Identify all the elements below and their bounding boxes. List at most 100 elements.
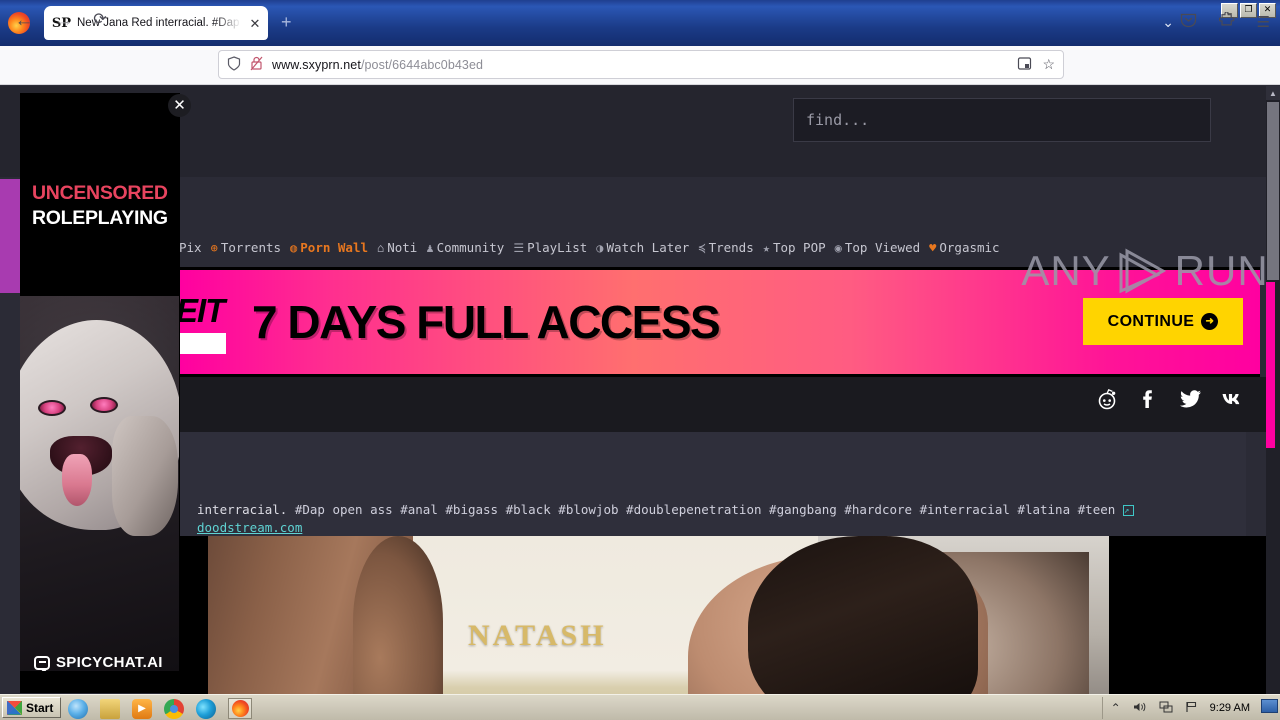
pocket-icon[interactable] bbox=[1180, 12, 1197, 32]
network-icon[interactable] bbox=[1159, 701, 1173, 715]
nav-label: Community bbox=[436, 240, 505, 255]
nav-item-orgasmic[interactable]: ♥ Orgasmic bbox=[929, 240, 999, 255]
browser-tab[interactable]: SP New Jana Red interracial. #Dap op ✕ bbox=[44, 6, 268, 40]
internet-explorer-icon[interactable] bbox=[68, 698, 88, 719]
promo-continue-button[interactable]: CONTINUE ➜ bbox=[1083, 298, 1243, 345]
scrollbar-thumb[interactable] bbox=[1267, 102, 1279, 280]
nav-label: Watch Later bbox=[606, 240, 690, 255]
promo-brand-bar bbox=[180, 333, 226, 354]
nav-label: Pix bbox=[179, 240, 202, 255]
tag-item[interactable]: #black bbox=[506, 502, 551, 517]
app-menu-icon[interactable]: ☰ bbox=[1257, 13, 1270, 31]
tag-item[interactable]: #anal bbox=[400, 502, 438, 517]
ad-overlay[interactable]: UNCENSORED ROLEPLAYING SPICYCHAT.AI bbox=[20, 93, 180, 693]
nav-item-porn-wall[interactable]: ◍ Porn Wall bbox=[290, 240, 368, 255]
promo-headline: 7 DAYS FULL ACCESS bbox=[252, 296, 721, 348]
tag-item[interactable]: #Dap open ass bbox=[295, 502, 393, 517]
ad-brand-logo: SPICYCHAT.AI bbox=[34, 654, 163, 673]
flag-icon[interactable] bbox=[1185, 701, 1198, 715]
watermark-left: ANY bbox=[1021, 247, 1111, 294]
reddit-icon[interactable] bbox=[1094, 386, 1120, 412]
tag-item[interactable]: #latina bbox=[1017, 502, 1070, 517]
search-input[interactable] bbox=[794, 99, 1210, 141]
ad-character-eye-right bbox=[90, 397, 118, 413]
shield-icon[interactable] bbox=[227, 56, 243, 73]
tag-item[interactable]: #interracial bbox=[920, 502, 1010, 517]
show-desktop-icon[interactable] bbox=[1261, 699, 1278, 713]
show-hidden-icons-icon[interactable]: ⌃ bbox=[1111, 702, 1121, 714]
ad-artwork bbox=[20, 296, 179, 671]
windows-flag-icon bbox=[7, 700, 22, 715]
url-domain: www.sxyprn.net bbox=[272, 57, 361, 72]
ad-bottom-bar bbox=[20, 671, 180, 693]
ad-close-icon[interactable]: ✕ bbox=[168, 94, 191, 117]
nav-item-playlist[interactable]: ☰ PlayList bbox=[513, 240, 587, 255]
twitter-icon[interactable] bbox=[1178, 386, 1204, 412]
chrome-icon[interactable] bbox=[164, 698, 184, 719]
facebook-icon[interactable] bbox=[1136, 386, 1162, 412]
new-tab-button[interactable]: + bbox=[281, 13, 292, 31]
firefox-taskbar-button[interactable] bbox=[228, 698, 252, 719]
tag-item[interactable]: #bigass bbox=[445, 502, 498, 517]
ad-headline-line2: ROLEPLAYING bbox=[32, 207, 168, 229]
nav-item-trends[interactable]: ≼ Trends bbox=[698, 240, 753, 255]
extensions-puzzle-icon[interactable] bbox=[1218, 11, 1235, 32]
nav-item-community[interactable]: ♟ Community bbox=[426, 240, 504, 255]
bookmark-star-icon[interactable]: ☆ bbox=[1042, 56, 1055, 74]
tab-list-chevron-icon[interactable]: ⌄ bbox=[1162, 14, 1174, 31]
video-name-sign: NATASH bbox=[468, 619, 607, 652]
toolbar-right-actions: ☰ bbox=[1180, 11, 1270, 32]
vk-icon[interactable] bbox=[1220, 386, 1246, 412]
clock[interactable]: 9:29 AM bbox=[1210, 702, 1250, 714]
host-link-doodstream[interactable]: doodstream.com bbox=[197, 520, 302, 535]
nav-item-top-pop[interactable]: ★ Top POP bbox=[763, 240, 826, 255]
social-icons bbox=[1094, 386, 1246, 412]
tag-item[interactable]: #gangbang bbox=[769, 502, 837, 517]
back-button[interactable]: ← bbox=[13, 9, 35, 31]
play-triangle-icon bbox=[1117, 246, 1169, 296]
trends-icon: ≼ bbox=[698, 240, 706, 255]
volume-icon[interactable] bbox=[1133, 701, 1147, 715]
media-player-icon[interactable]: ▶ bbox=[132, 698, 152, 719]
reader-mode-icon[interactable] bbox=[1017, 56, 1032, 74]
ad-brand-name: SPICYCHAT.AI bbox=[56, 654, 163, 671]
ad-character-eye-left bbox=[38, 400, 66, 416]
nav-item-noti[interactable]: ⌂ Noti bbox=[377, 240, 417, 255]
lock-broken-icon[interactable] bbox=[250, 56, 265, 73]
address-bar[interactable]: www.sxyprn.net/post/6644abc0b43ed ☆ bbox=[218, 50, 1064, 79]
forward-button[interactable]: → bbox=[53, 9, 75, 31]
nav-item-torrents[interactable]: ⊕ Torrents bbox=[211, 240, 281, 255]
promo-continue-label: CONTINUE bbox=[1107, 312, 1195, 330]
nav-item-top-viewed[interactable]: ◉ Top Viewed bbox=[835, 240, 921, 255]
tag-item[interactable]: #teen bbox=[1078, 502, 1116, 517]
system-tray: ⌃ 9:29 AM bbox=[1101, 697, 1258, 719]
video-figure-left bbox=[208, 536, 443, 694]
url-text[interactable]: www.sxyprn.net/post/6644abc0b43ed bbox=[272, 58, 1010, 72]
bell-icon: ⌂ bbox=[377, 240, 385, 255]
url-path: /post/6644abc0b43ed bbox=[360, 57, 484, 72]
reload-button[interactable]: ⟳ bbox=[89, 9, 111, 31]
tag-item[interactable]: #doublepenetration bbox=[626, 502, 761, 517]
file-explorer-icon[interactable] bbox=[100, 698, 120, 719]
list-icon: ☰ bbox=[513, 240, 525, 255]
star-icon: ★ bbox=[762, 240, 770, 255]
start-label: Start bbox=[26, 700, 54, 715]
edge-icon[interactable] bbox=[196, 698, 216, 719]
tag-item[interactable]: #blowjob bbox=[558, 502, 618, 517]
tab-close-icon[interactable]: ✕ bbox=[248, 17, 262, 30]
nav-item-watch-later[interactable]: ◑ Watch Later bbox=[596, 240, 689, 255]
start-button[interactable]: Start bbox=[2, 697, 62, 718]
site-search[interactable] bbox=[793, 98, 1211, 142]
nav-label: Trends bbox=[708, 240, 754, 255]
trophy-icon: ♥ bbox=[929, 240, 937, 255]
post-title: interracial. bbox=[197, 502, 288, 517]
tag-item[interactable]: #hardcore bbox=[844, 502, 912, 517]
scrollbar-up-button[interactable]: ▲ bbox=[1266, 86, 1280, 100]
promo-brand-logo: EIT bbox=[180, 292, 240, 354]
ad-headline: UNCENSORED ROLEPLAYING bbox=[32, 181, 180, 231]
page-scrollbar[interactable]: ▲ bbox=[1266, 86, 1280, 694]
video-player[interactable]: NATASH bbox=[180, 536, 1266, 694]
speech-bubble-icon bbox=[34, 655, 50, 673]
video-letterbox-left bbox=[180, 536, 208, 694]
nav-label: Orgasmic bbox=[939, 240, 1000, 255]
